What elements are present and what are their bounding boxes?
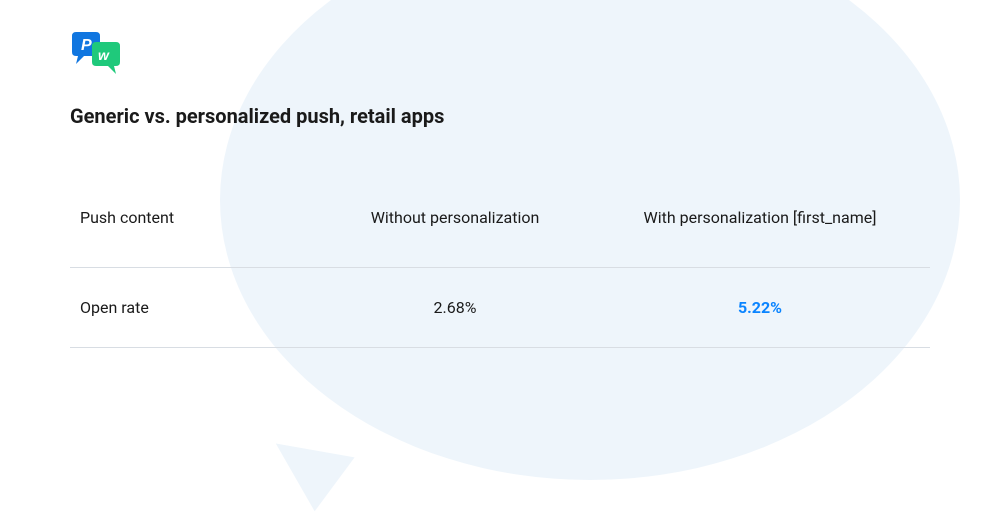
header-without-personalization: Without personalization [310,208,600,227]
value-with-personalization: 5.22% [600,298,920,317]
row-label-open-rate: Open rate [80,298,310,317]
table-header-row: Push content Without personalization Wit… [70,178,930,267]
svg-text:w: w [98,47,110,63]
brand-logo: P w [70,32,930,76]
pushwoosh-logo-icon: P w [70,32,126,76]
table-row: Open rate 2.68% 5.22% [70,268,930,347]
svg-text:P: P [81,37,92,54]
value-without-personalization: 2.68% [310,298,600,317]
content-wrapper: P w Generic vs. personalized push, retai… [0,0,1000,388]
comparison-table: Push content Without personalization Wit… [70,178,930,348]
background-bubble-tail [265,444,354,517]
divider [70,347,930,348]
page-title: Generic vs. personalized push, retail ap… [70,104,930,128]
header-with-personalization: With personalization [first_name] [600,208,920,227]
header-push-content: Push content [80,208,310,227]
